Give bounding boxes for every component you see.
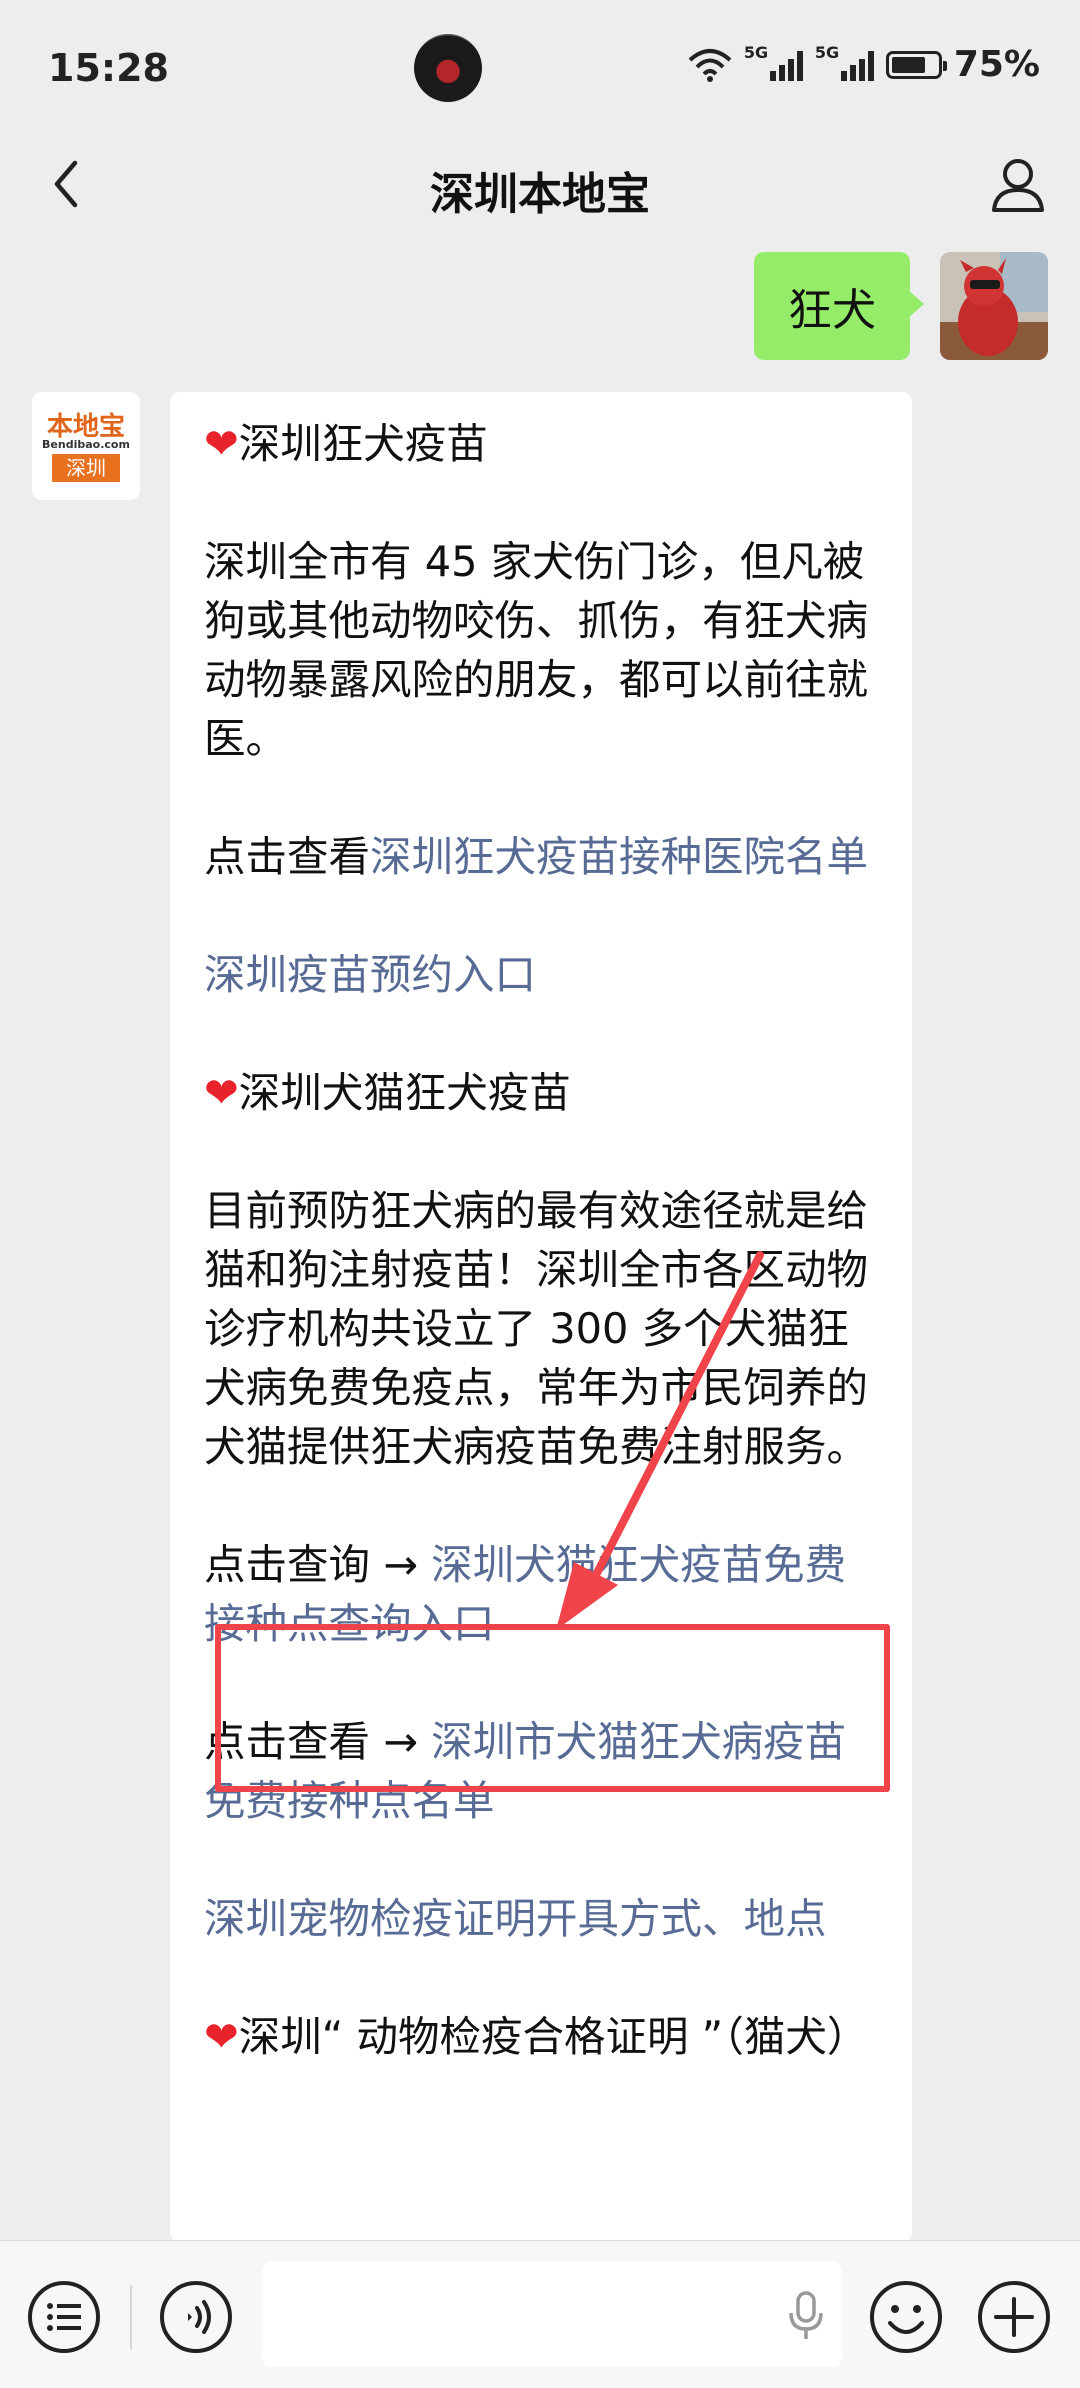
avatar-photo — [940, 252, 1048, 360]
section-heading: ❤深圳狂犬疫苗 — [204, 414, 882, 473]
voice-icon — [160, 2281, 232, 2353]
page-title: 深圳本地宝 — [430, 169, 650, 220]
vaccine-booking-link[interactable]: 深圳疫苗预约入口 — [204, 950, 536, 999]
heart-icon: ❤ — [204, 419, 239, 468]
heading-text: 深圳犬猫狂犬疫苗 — [238, 1068, 571, 1117]
link-prefix: 点击查询 → — [204, 1540, 432, 1589]
profile-button[interactable] — [986, 152, 1050, 216]
network-type-1: 5G — [743, 42, 769, 62]
highlight-box — [215, 1624, 890, 1792]
paragraph: 点击查看深圳狂犬疫苗接种医院名单 — [204, 827, 882, 886]
paragraph: 深圳宠物检疫证明开具方式、地点 — [204, 1889, 882, 1948]
battery-icon — [885, 50, 947, 79]
menu-button[interactable] — [26, 2279, 102, 2355]
person-icon — [992, 159, 1044, 212]
emoji-icon — [870, 2281, 942, 2353]
link-prefix: 点击查看 — [204, 832, 371, 881]
sent-message-text: 狂犬 — [788, 285, 876, 336]
heart-icon: ❤ — [204, 2012, 239, 2061]
emoji-button[interactable] — [868, 2279, 944, 2355]
my-avatar[interactable] — [940, 252, 1048, 360]
divider — [130, 2285, 132, 2349]
status-app-icon — [414, 34, 482, 102]
pet-quarantine-link[interactable]: 深圳宠物检疫证明开具方式、地点 — [204, 1894, 827, 1943]
section-heading: ❤深圳犬猫狂犬疫苗 — [204, 1063, 882, 1122]
hospital-list-link[interactable]: 深圳狂犬疫苗接种医院名单 — [370, 832, 868, 881]
bot-avatar[interactable]: 本地宝 Bendibao.com 深圳 — [32, 392, 140, 500]
battery-percent: 75% — [953, 44, 1040, 85]
more-button[interactable] — [976, 2279, 1052, 2355]
network-type-2: 5G — [814, 42, 840, 62]
heading-text: 深圳狂犬疫苗 — [238, 419, 488, 468]
status-icons: 5G 5G 75% — [688, 43, 1040, 85]
signal-icon: 5G — [815, 43, 874, 81]
message-input[interactable] — [262, 2261, 842, 2367]
status-bar: 15:28 5G 5G 75% — [0, 0, 1080, 140]
microphone-button[interactable] — [788, 2291, 824, 2341]
status-time: 15:28 — [48, 46, 169, 90]
microphone-icon — [789, 2291, 823, 2339]
wifi-icon — [688, 48, 732, 82]
title-bar: 深圳本地宝 — [0, 130, 1080, 242]
bot-avatar-city: 深圳 — [52, 454, 120, 482]
bot-avatar-domain: Bendibao.com — [42, 438, 130, 451]
input-bar — [0, 2240, 1080, 2388]
plus-icon — [978, 2281, 1050, 2353]
paragraph: 深圳全市有 45 家犬伤门诊，但凡被狗或其他动物咬伤、抓伤，有狂犬病动物暴露风险… — [204, 537, 869, 763]
signal-icon: 5G — [744, 43, 803, 81]
list-menu-icon — [28, 2281, 100, 2353]
received-message-bubble: ❤深圳狂犬疫苗 深圳全市有 45 家犬伤门诊，但凡被狗或其他动物咬伤、抓伤，有狂… — [170, 392, 912, 2242]
sent-message-bubble[interactable]: 狂犬 — [754, 252, 924, 360]
heading-text: 深圳“ 动物检疫合格证明 ”（猫犬） — [238, 2012, 869, 2061]
section-heading: ❤深圳“ 动物检疫合格证明 ”（猫犬） — [204, 2007, 882, 2066]
heart-icon: ❤ — [204, 1068, 239, 1117]
paragraph: 目前预防狂犬病的最有效途径就是给猫和狗注射疫苗！深圳全市各区动物诊疗机构共设立了… — [204, 1186, 869, 1471]
voice-mode-button[interactable] — [158, 2279, 234, 2355]
paragraph: 深圳疫苗预约入口 — [204, 945, 882, 1004]
message-content: ❤深圳狂犬疫苗 深圳全市有 45 家犬伤门诊，但凡被狗或其他动物咬伤、抓伤，有狂… — [204, 414, 882, 2125]
